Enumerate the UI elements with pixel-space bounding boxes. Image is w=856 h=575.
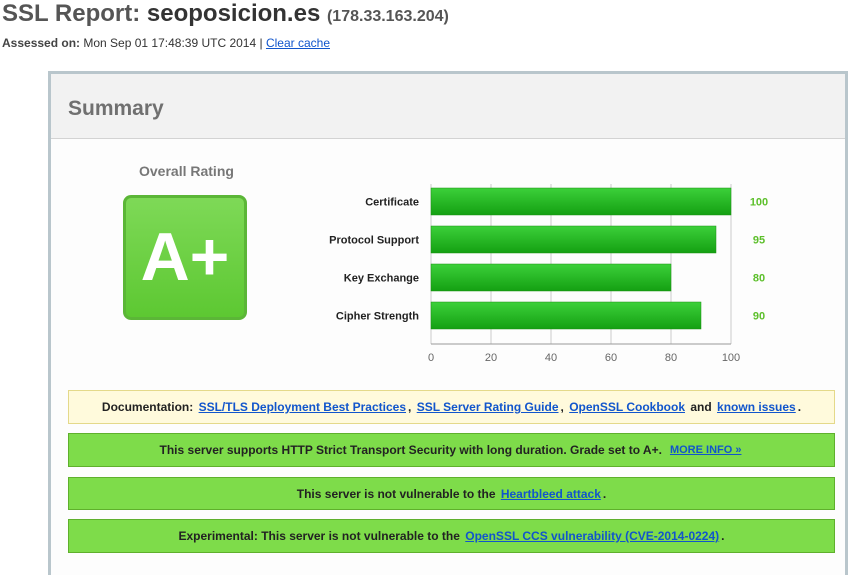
assessed-date: Mon Sep 01 17:48:39 UTC 2014	[83, 36, 257, 50]
rating-chart: 0 20 40 60 80 100 Certificate 100 Protocol Suppo…	[291, 179, 791, 364]
period: .	[797, 400, 802, 414]
comma: ,	[408, 400, 412, 414]
value-label: 100	[750, 197, 768, 209]
tick-label: 40	[545, 352, 557, 364]
rating-chart-svg: 0 20 40 60 80 100 Certificate 100 Protocol Suppo…	[329, 184, 768, 364]
separator: |	[259, 36, 263, 50]
title-prefix: SSL Report:	[2, 0, 141, 27]
value-label: 80	[753, 273, 765, 285]
ccs-notice: Experimental: This server is not vulnera…	[68, 519, 835, 553]
host-name: seoposicion.es	[146, 0, 321, 27]
grade-badge: A+	[123, 195, 247, 320]
assessed-label: Assessed on:	[2, 36, 81, 50]
ip-address: (178.33.163.204)	[326, 8, 449, 25]
assessed-line: Assessed on: Mon Sep 01 17:48:39 UTC 201…	[2, 36, 330, 50]
page-title: SSL Report: seoposicion.es (178.33.163.2…	[2, 0, 449, 28]
openssl-cookbook-link[interactable]: OpenSSL Cookbook	[569, 400, 685, 414]
bar	[430, 225, 717, 254]
heartbleed-text: This server is not vulnerable to the	[296, 486, 496, 501]
hsts-notice: This server supports HTTP Strict Transpo…	[68, 433, 835, 467]
known-issues-link[interactable]: known issues	[717, 400, 796, 414]
tick-label: 60	[605, 352, 617, 364]
hsts-text: This server supports HTTP Strict Transpo…	[159, 443, 662, 457]
documentation-notice: Documentation: SSL/TLS Deployment Best P…	[68, 390, 835, 424]
ccs-vulnerability-link[interactable]: OpenSSL CCS vulnerability (CVE-2014-0224…	[465, 529, 719, 543]
comma: ,	[560, 400, 564, 414]
tick-label: 80	[665, 352, 677, 364]
summary-title: Summary	[68, 97, 164, 120]
and-word: and	[690, 400, 712, 414]
ccs-text: Experimental: This server is not vulnera…	[178, 529, 460, 543]
category-label: Cipher Strength	[336, 311, 419, 323]
documentation-prefix: Documentation:	[101, 400, 194, 414]
summary-header: Summary	[51, 74, 845, 139]
clear-cache-link[interactable]: Clear cache	[266, 36, 330, 50]
heartbleed-link[interactable]: Heartbleed attack	[501, 487, 601, 501]
category-label: Key Exchange	[344, 273, 419, 285]
bar	[430, 263, 672, 292]
overall-rating-label: Overall Rating	[139, 163, 234, 179]
category-label: Protocol Support	[329, 235, 419, 247]
tick-label: 100	[722, 352, 740, 364]
period: .	[602, 486, 607, 501]
heartbleed-notice: This server is not vulnerable to the Hea…	[68, 477, 835, 510]
value-label: 95	[753, 235, 765, 247]
bar	[430, 187, 732, 216]
value-label: 90	[753, 311, 765, 323]
rating-guide-link[interactable]: SSL Server Rating Guide	[417, 400, 559, 414]
more-info-link[interactable]: MORE INFO »	[670, 444, 742, 456]
category-label: Certificate	[365, 197, 419, 209]
deployment-best-practices-link[interactable]: SSL/TLS Deployment Best Practices	[199, 400, 406, 414]
summary-panel: Summary Overall Rating A+ 0 20 40 60 80 100 Ce…	[48, 71, 848, 575]
bar	[430, 301, 702, 330]
period: .	[721, 529, 725, 543]
tick-label: 20	[485, 352, 497, 364]
tick-label: 0	[428, 352, 434, 364]
